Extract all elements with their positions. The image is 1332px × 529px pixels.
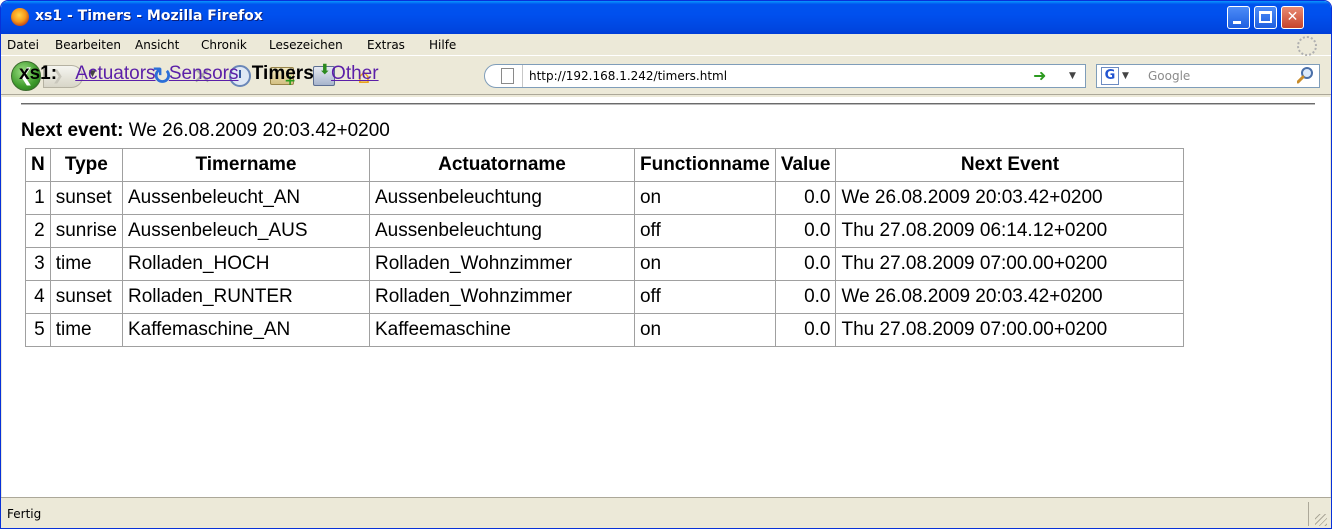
cell-n: 5	[25, 313, 51, 347]
cell-functionname: on	[633, 247, 776, 281]
cell-functionname: on	[633, 313, 776, 347]
next-event-line: Next event: We 26.08.2009 20:03.42+0200	[21, 120, 390, 142]
col-header-functionname: Functionname	[633, 148, 776, 182]
next-event-value: We 26.08.2009 20:03.42+0200	[128, 120, 390, 141]
brand-label: xs1:	[19, 63, 58, 84]
menu-lesezeichen[interactable]: Lesezeichen	[269, 38, 343, 52]
cell-actuatorname: Kaffeemaschine	[368, 313, 635, 347]
col-header-value: Value	[774, 148, 837, 182]
cell-value: 0.0	[774, 247, 837, 281]
table-row: 3 time Rolladen_HOCH Rolladen_Wohnzimmer…	[25, 247, 1185, 281]
google-engine-icon[interactable]: G	[1101, 67, 1119, 85]
cell-actuatorname: Rolladen_Wohnzimmer	[368, 247, 635, 281]
nav-link-sensors[interactable]: Sensors	[169, 63, 239, 84]
minimize-icon	[1233, 21, 1241, 24]
cell-type: sunrise	[49, 214, 123, 248]
nav-link-actuators[interactable]: Actuators	[75, 63, 155, 84]
cell-n: 4	[25, 280, 51, 314]
cell-type: time	[49, 247, 123, 281]
nav-current-timers: Timers	[251, 63, 314, 84]
search-icon[interactable]	[1297, 66, 1315, 84]
menu-ansicht[interactable]: Ansicht	[135, 38, 179, 52]
close-button[interactable]: ✕	[1281, 6, 1304, 29]
url-dropdown-icon[interactable]: ▼	[1069, 71, 1076, 81]
menu-extras[interactable]: Extras	[367, 38, 405, 52]
minimize-button[interactable]	[1227, 6, 1250, 29]
page-icon	[501, 68, 514, 84]
cell-next-event: Thu 27.08.2009 06:14.12+0200	[835, 214, 1185, 248]
status-divider	[1308, 502, 1309, 526]
cell-next-event: Thu 27.08.2009 07:00.00+0200	[835, 313, 1185, 347]
table-row: 1 sunset Aussenbeleucht_AN Aussenbeleuch…	[25, 181, 1185, 215]
cell-value: 0.0	[774, 214, 837, 248]
next-event-label: Next event:	[21, 120, 124, 141]
cell-functionname: on	[633, 181, 776, 215]
cell-timername: Aussenbeleucht_AN	[121, 181, 370, 215]
maximize-button[interactable]	[1254, 6, 1277, 29]
status-bar: Fertig	[1, 497, 1331, 528]
cell-type: sunset	[49, 181, 123, 215]
title-bar: xs1 - Timers - Mozilla Firefox ✕	[1, 1, 1331, 34]
address-bar[interactable]: http://192.168.1.242/timers.html ➜ ▼	[484, 64, 1086, 88]
cell-next-event: We 26.08.2009 20:03.42+0200	[835, 181, 1185, 215]
cell-timername: Rolladen_RUNTER	[121, 280, 370, 314]
col-header-n: N	[25, 148, 51, 182]
cell-actuatorname: Rolladen_Wohnzimmer	[368, 280, 635, 314]
cell-timername: Kaffemaschine_AN	[121, 313, 370, 347]
firefox-icon	[11, 8, 29, 26]
menu-bar: Datei Bearbeiten Ansicht Chronik Lesezei…	[1, 34, 1331, 56]
cell-value: 0.0	[774, 181, 837, 215]
cell-value: 0.0	[774, 280, 837, 314]
cell-next-event: We 26.08.2009 20:03.42+0200	[835, 280, 1185, 314]
url-separator	[522, 65, 523, 87]
cell-n: 1	[25, 181, 51, 215]
menu-hilfe[interactable]: Hilfe	[429, 38, 456, 52]
cell-functionname: off	[633, 280, 776, 314]
table-row: 4 sunset Rolladen_RUNTER Rolladen_Wohnzi…	[25, 280, 1185, 314]
timers-table: N Type Timername Actuatorname Functionna…	[25, 148, 1185, 347]
search-input[interactable]: Google	[1148, 69, 1190, 83]
search-bar[interactable]: G ▼ Google	[1096, 64, 1320, 88]
cell-type: time	[49, 313, 123, 347]
cell-functionname: off	[633, 214, 776, 248]
go-arrow-icon[interactable]: ➜	[1033, 66, 1046, 85]
col-header-type: Type	[49, 148, 123, 182]
window-title: xs1 - Timers - Mozilla Firefox	[35, 8, 263, 24]
cell-n: 3	[25, 247, 51, 281]
cell-timername: Rolladen_HOCH	[121, 247, 370, 281]
col-header-next-event: Next Event	[835, 148, 1185, 182]
nav-link-other[interactable]: Other	[331, 63, 379, 84]
menu-bearbeiten[interactable]: Bearbeiten	[55, 38, 121, 52]
menu-chronik[interactable]: Chronik	[201, 38, 247, 52]
menu-datei[interactable]: Datei	[7, 38, 39, 52]
cell-timername: Aussenbeleuch_AUS	[121, 214, 370, 248]
cell-next-event: Thu 27.08.2009 07:00.00+0200	[835, 247, 1185, 281]
table-row: 2 sunrise Aussenbeleuch_AUS Aussenbeleuc…	[25, 214, 1185, 248]
close-icon: ✕	[1286, 9, 1299, 25]
resize-grip-icon[interactable]	[1315, 514, 1327, 526]
status-text: Fertig	[7, 507, 42, 521]
cell-n: 2	[25, 214, 51, 248]
table-row: 5 time Kaffemaschine_AN Kaffeemaschine o…	[25, 313, 1185, 347]
engine-dropdown-icon[interactable]: ▼	[1122, 71, 1129, 81]
table-header-row: N Type Timername Actuatorname Functionna…	[25, 148, 1185, 182]
col-header-actuatorname: Actuatorname	[368, 148, 635, 182]
cell-value: 0.0	[774, 313, 837, 347]
cell-type: sunset	[49, 280, 123, 314]
site-nav: xs1: Actuators Sensors Timers Other	[19, 63, 387, 85]
maximize-icon	[1259, 11, 1272, 23]
col-header-timername: Timername	[121, 148, 370, 182]
cell-actuatorname: Aussenbeleuchtung	[368, 214, 635, 248]
throbber-icon	[1297, 36, 1317, 56]
cell-actuatorname: Aussenbeleuchtung	[368, 181, 635, 215]
url-input[interactable]: http://192.168.1.242/timers.html	[529, 69, 727, 83]
browser-window: xs1 - Timers - Mozilla Firefox ✕ Datei B…	[0, 0, 1332, 529]
divider	[21, 103, 1315, 105]
